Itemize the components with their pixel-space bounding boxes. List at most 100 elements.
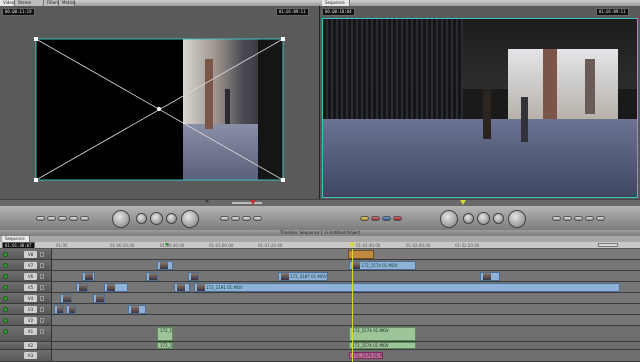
track-label[interactable]: V8 — [24, 251, 37, 258]
track-label[interactable]: V3 — [24, 306, 37, 313]
canvas-playhead[interactable] — [460, 200, 466, 205]
canvas-extra-button[interactable] — [585, 216, 594, 221]
canvas-current-timecode[interactable]: 01:01:09:11 — [596, 8, 629, 16]
track-visibility-toggle[interactable] — [3, 263, 8, 268]
viewer-scrubber[interactable]: ✕ — [0, 199, 320, 206]
audio-clip-a1-b[interactable]: 172_1574 01.MOV — [349, 327, 416, 341]
viewer-playhead[interactable] — [250, 200, 256, 205]
viewer-in-marker[interactable]: ✕ — [205, 200, 209, 205]
wireframe-handle-bl[interactable] — [34, 178, 38, 182]
wireframe-handle-tl[interactable] — [34, 37, 38, 41]
clip-v6-b[interactable] — [146, 272, 158, 281]
viewer-marker-button[interactable] — [242, 216, 251, 221]
jog-wheel[interactable] — [181, 210, 199, 228]
canvas-figure-2 — [521, 97, 528, 142]
play-button[interactable] — [150, 212, 163, 225]
clip-v4-a[interactable] — [60, 294, 72, 303]
audio-clip-a2-a[interactable]: 172_1568 01.MOV — [157, 342, 173, 349]
track-visibility-toggle[interactable] — [3, 296, 8, 301]
track-visibility-toggle[interactable] — [3, 274, 8, 279]
canvas-play-in-out-button[interactable] — [463, 213, 474, 224]
clip-v6-a[interactable] — [82, 272, 95, 281]
mark-button[interactable] — [58, 216, 67, 221]
canvas-mark-out-button[interactable] — [563, 216, 572, 221]
clip-thumbnail — [57, 306, 63, 313]
track-visibility-toggle[interactable] — [3, 307, 8, 312]
wireframe-handle-br[interactable] — [281, 178, 285, 182]
track-visibility-toggle[interactable] — [3, 252, 8, 257]
track-label[interactable]: V6 — [24, 273, 37, 280]
add-marker-button[interactable] — [80, 216, 89, 221]
audio-clip-a2-b[interactable]: 172_1574 01.MOV — [349, 342, 416, 349]
canvas-image[interactable] — [322, 18, 638, 198]
canvas-play-button[interactable] — [477, 212, 490, 225]
viewer-extra-button[interactable] — [253, 216, 262, 221]
track-visibility-toggle[interactable] — [3, 329, 8, 334]
mark-clip-button[interactable] — [69, 216, 78, 221]
canvas-duration-timecode[interactable]: 00:00:18:04 — [322, 8, 355, 16]
clip-v3-b[interactable] — [66, 305, 76, 314]
timeline-playhead[interactable] — [352, 249, 353, 362]
canvas-overwrite-button[interactable] — [371, 216, 380, 221]
match-frame-button[interactable] — [36, 216, 45, 221]
canvas-shuttle-wheel[interactable] — [440, 210, 458, 228]
canvas-figure-1 — [483, 89, 491, 139]
canvas-marker-button[interactable] — [574, 216, 583, 221]
audio-clip-a1-a[interactable]: 172_1568 01.MOV — [157, 327, 173, 341]
track-label[interactable]: V5 — [24, 284, 37, 291]
wireframe-handle-tr[interactable] — [281, 37, 285, 41]
track-label[interactable]: A3 — [24, 352, 37, 359]
track-a2: A2 172_1568 01.MOV 172_1574 01.MOV — [0, 342, 640, 350]
track-label[interactable]: V4 — [24, 295, 37, 302]
track-visibility-toggle[interactable] — [3, 285, 8, 290]
lock-icon[interactable] — [40, 285, 44, 290]
timeline-current-timecode[interactable]: 01:01:48:07 — [2, 242, 35, 249]
canvas-replace-button[interactable] — [382, 216, 391, 221]
track-label[interactable]: A1 — [24, 328, 37, 335]
ruler-playhead-marker[interactable] — [349, 243, 355, 248]
timeline-zoom-control[interactable] — [598, 243, 618, 247]
clip-v5-d[interactable]: 172_2191 01.MOV — [194, 283, 620, 292]
canvas-superimpose-button[interactable] — [393, 216, 402, 221]
clip-v5-a[interactable] — [76, 283, 88, 292]
track-label[interactable]: V7 — [24, 262, 37, 269]
clip-v4-b[interactable] — [93, 294, 105, 303]
clip-v5-c[interactable] — [174, 283, 190, 292]
clip-v6-e[interactable] — [480, 272, 500, 281]
lock-icon[interactable] — [40, 252, 44, 257]
timeline-ruler[interactable]: 01:01:48:07 01:00 01:00:20:00 01:00:40:0… — [0, 242, 640, 249]
track-label[interactable]: V2 — [24, 317, 37, 324]
clip-v3-a[interactable] — [54, 305, 64, 314]
canvas-jog-wheel[interactable] — [508, 210, 526, 228]
ruler-in-marker[interactable] — [165, 243, 169, 247]
canvas-scrubber[interactable] — [320, 199, 640, 206]
lock-icon[interactable] — [40, 329, 44, 334]
canvas-mark-in-button[interactable] — [552, 216, 561, 221]
clip-v5-b[interactable] — [104, 283, 128, 292]
clip-v7-small[interactable] — [157, 261, 173, 270]
clip-v6-d[interactable]: 172_3187 01.MOV — [278, 272, 328, 281]
lock-icon[interactable] — [40, 296, 44, 301]
canvas-play-around-button[interactable] — [493, 213, 504, 224]
show-edit-button[interactable] — [47, 216, 56, 221]
shuttle-wheel[interactable] — [112, 210, 130, 228]
lock-icon[interactable] — [40, 318, 44, 323]
track-visibility-toggle[interactable] — [3, 318, 8, 323]
audio-clip-a3-a[interactable]: 172_1574 01.MOV — [349, 352, 383, 359]
tab-canvas-sequence[interactable]: Sequence 1 — [322, 0, 350, 11]
track-label[interactable]: A2 — [24, 342, 37, 349]
lock-icon[interactable] — [40, 274, 44, 279]
lock-icon[interactable] — [40, 263, 44, 268]
play-around-button[interactable] — [166, 213, 177, 224]
mark-out-button[interactable] — [231, 216, 240, 221]
clip-v6-c[interactable] — [188, 272, 199, 281]
canvas-insert-button[interactable] — [360, 216, 369, 221]
wireframe-overlay[interactable] — [0, 0, 320, 230]
lock-icon[interactable] — [40, 307, 44, 312]
mark-in-button[interactable] — [220, 216, 229, 221]
wireframe-center-handle[interactable] — [157, 107, 161, 111]
play-in-out-button[interactable] — [136, 213, 147, 224]
canvas-extra-button-2[interactable] — [596, 216, 605, 221]
clip-v7-a[interactable]: 172_1574 01.MOV — [349, 261, 416, 270]
clip-v3-c[interactable] — [128, 305, 146, 314]
